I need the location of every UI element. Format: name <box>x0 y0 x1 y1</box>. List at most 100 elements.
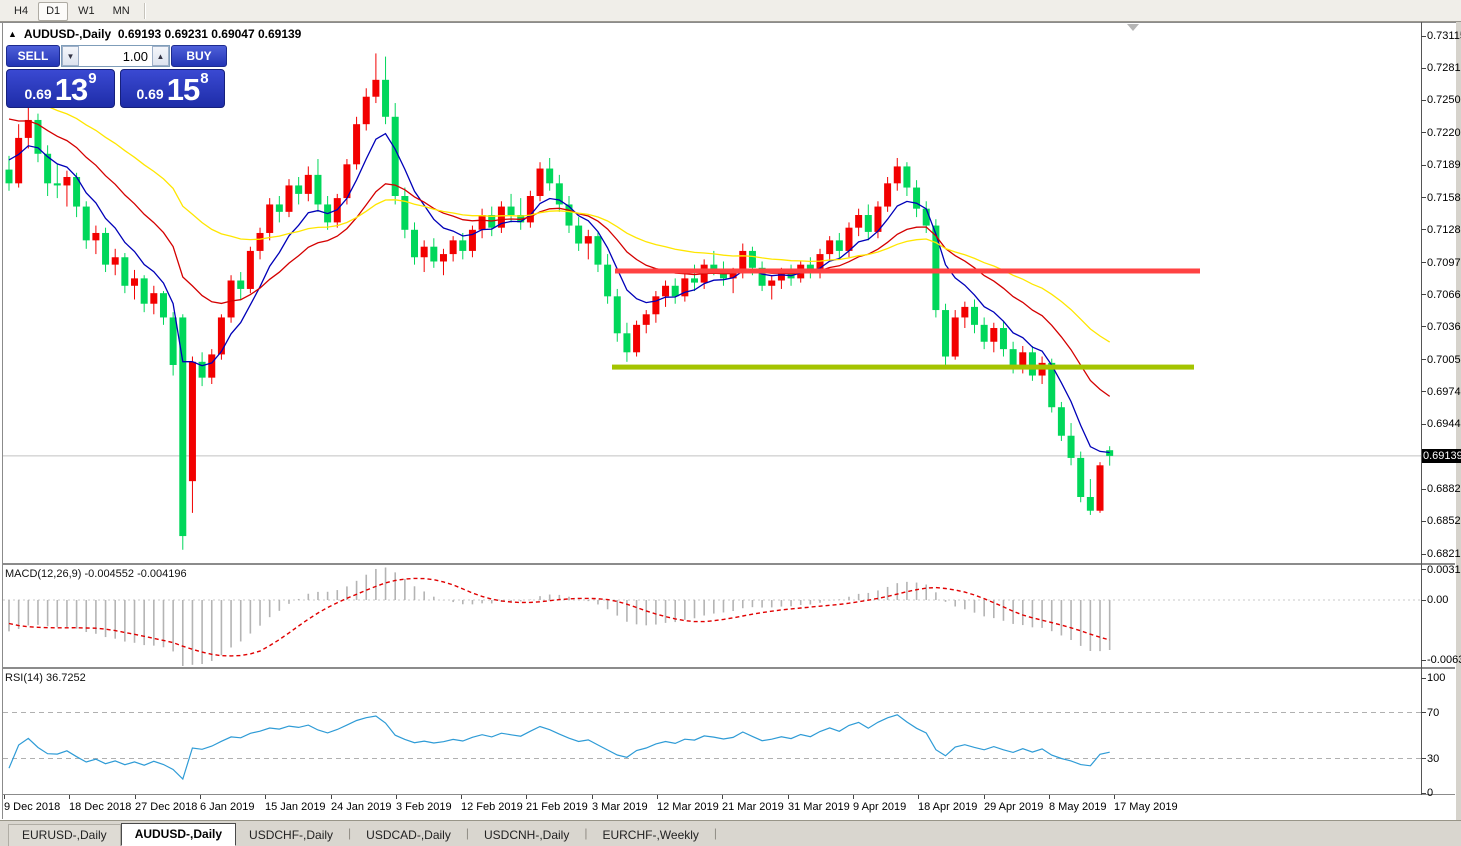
price-axis-label: 0.71890 <box>1427 159 1461 171</box>
macd-axis-label: 0.00 <box>1427 594 1448 606</box>
timeframe-button-h4[interactable]: H4 <box>6 2 36 21</box>
price-axis-label: 0.69745 <box>1427 386 1461 398</box>
price-axis-tick <box>1421 229 1426 230</box>
time-axis-tick <box>918 795 919 799</box>
time-axis-label: 15 Jan 2019 <box>265 801 326 813</box>
time-axis-label: 3 Mar 2019 <box>592 801 648 813</box>
price-axis-tick <box>1421 100 1426 101</box>
chart-title: ▲ AUDUSD-,Daily 0.69193 0.69231 0.69047 … <box>8 27 301 41</box>
tab-separator: | <box>582 826 589 842</box>
time-axis-tick <box>331 795 332 799</box>
timeframe-button-w1[interactable]: W1 <box>70 2 103 21</box>
price-axis-tick <box>1421 197 1426 198</box>
sell-button[interactable]: SELL <box>6 45 60 67</box>
time-axis-label: 12 Mar 2019 <box>657 801 719 813</box>
price-axis-tick <box>1421 554 1426 555</box>
sell-price-panel[interactable]: 0.69 13 9 <box>6 69 115 108</box>
time-axis-label: 18 Dec 2018 <box>69 801 131 813</box>
price-axis-tick <box>1421 326 1426 327</box>
time-axis-tick <box>265 795 266 799</box>
price-axis-tick <box>1421 391 1426 392</box>
time-axis-tick <box>984 795 985 799</box>
price-axis-label: 0.70665 <box>1427 289 1461 301</box>
rsi-axis-tick <box>1421 712 1426 713</box>
price-axis-label: 0.71585 <box>1427 192 1461 204</box>
time-axis-label: 24 Jan 2019 <box>331 801 392 813</box>
current-price-badge: 0.69139 <box>1422 449 1461 463</box>
chart-canvas[interactable] <box>3 23 1421 794</box>
volume-box: ▼ ▲ <box>61 45 170 67</box>
price-axis-label: 0.69440 <box>1427 418 1461 430</box>
macd-axis-label: 0.003164 <box>1427 564 1461 576</box>
time-axis-tick <box>135 795 136 799</box>
price-axis-tick <box>1421 424 1426 425</box>
time-axis-tick <box>657 795 658 799</box>
symbol-tab-usdcnh[interactable]: USDCNH-,Daily <box>471 825 582 846</box>
time-axis-tick <box>788 795 789 799</box>
price-axis-label: 0.72505 <box>1427 94 1461 106</box>
time-axis-label: 18 Apr 2019 <box>918 801 977 813</box>
symbol-tab-bar: EURUSD-,DailyAUDUSD-,DailyUSDCHF-,Daily|… <box>0 820 1461 846</box>
time-axis-tick <box>4 795 5 799</box>
price-axis-tick <box>1421 294 1426 295</box>
tab-separator: | <box>712 826 719 842</box>
sell-price-big: 13 <box>55 76 87 104</box>
time-axis-label: 31 Mar 2019 <box>788 801 850 813</box>
macd-label: MACD(12,26,9) -0.004552 -0.004196 <box>5 568 187 580</box>
timeframe-button-mn[interactable]: MN <box>105 2 138 21</box>
time-axis-label: 9 Dec 2018 <box>4 801 60 813</box>
timeframe-toolbar: H4D1W1MN <box>0 0 1461 22</box>
time-axis-separator <box>3 794 1455 795</box>
buy-price-sup: 8 <box>200 71 208 86</box>
timeframe-button-d1[interactable]: D1 <box>38 2 68 21</box>
time-axis-tick <box>69 795 70 799</box>
chart-shift-marker-icon[interactable] <box>1127 24 1139 31</box>
time-axis-tick <box>1049 795 1050 799</box>
symbol-tab-usdcad[interactable]: USDCAD-,Daily <box>353 825 464 846</box>
rsi-axis-label: 0 <box>1427 787 1433 799</box>
buy-price-panel[interactable]: 0.69 15 8 <box>120 69 225 108</box>
symbol-tab-usdchf[interactable]: USDCHF-,Daily <box>236 825 346 846</box>
price-axis-tick <box>1421 165 1426 166</box>
symbol-tab-eurchf[interactable]: EURCHF-,Weekly <box>589 825 711 846</box>
buy-price-prefix: 0.69 <box>136 84 163 104</box>
price-axis-label: 0.73115 <box>1427 30 1461 42</box>
price-axis-label: 0.70970 <box>1427 257 1461 269</box>
time-axis-label: 17 May 2019 <box>1114 801 1178 813</box>
macd-axis-tick <box>1421 600 1426 601</box>
price-axis-tick <box>1421 132 1426 133</box>
sell-price-sup: 9 <box>88 71 96 86</box>
price-axis-tick <box>1421 359 1426 360</box>
volume-input[interactable] <box>79 46 152 66</box>
symbol-tab-eurusd[interactable]: EURUSD-,Daily <box>8 824 121 846</box>
chart-symbol-label: AUDUSD-,Daily <box>24 27 111 41</box>
tab-separator: | <box>464 826 471 842</box>
rsi-axis-label: 100 <box>1427 672 1445 684</box>
buy-button[interactable]: BUY <box>171 45 227 67</box>
symbol-tab-audusd[interactable]: AUDUSD-,Daily <box>121 823 236 846</box>
time-axis-tick <box>526 795 527 799</box>
price-axis-label: 0.68825 <box>1427 483 1461 495</box>
time-axis-label: 8 May 2019 <box>1049 801 1106 813</box>
tab-separator: | <box>346 826 353 842</box>
volume-increase-button[interactable]: ▲ <box>152 46 169 66</box>
chart-ohlc-values: 0.69193 0.69231 0.69047 0.69139 <box>118 27 302 41</box>
time-axis-label: 6 Jan 2019 <box>200 801 254 813</box>
volume-decrease-button[interactable]: ▼ <box>62 46 79 66</box>
time-axis-tick <box>396 795 397 799</box>
rsi-axis-tick <box>1421 793 1426 794</box>
rsi-label: RSI(14) 36.7252 <box>5 672 86 684</box>
price-axis-tick <box>1421 489 1426 490</box>
time-axis-tick <box>853 795 854 799</box>
rsi-axis-tick <box>1421 758 1426 759</box>
price-axis-label: 0.68520 <box>1427 515 1461 527</box>
symbol-up-triangle-icon: ▲ <box>8 29 17 39</box>
price-axis-label: 0.70360 <box>1427 321 1461 333</box>
time-axis-label: 9 Apr 2019 <box>853 801 906 813</box>
macd-axis-tick <box>1421 569 1426 570</box>
price-axis-line <box>1421 22 1422 795</box>
time-axis-tick <box>722 795 723 799</box>
time-axis-label: 21 Mar 2019 <box>722 801 784 813</box>
toolbar-separator <box>144 3 146 19</box>
price-axis-label: 0.71280 <box>1427 224 1461 236</box>
